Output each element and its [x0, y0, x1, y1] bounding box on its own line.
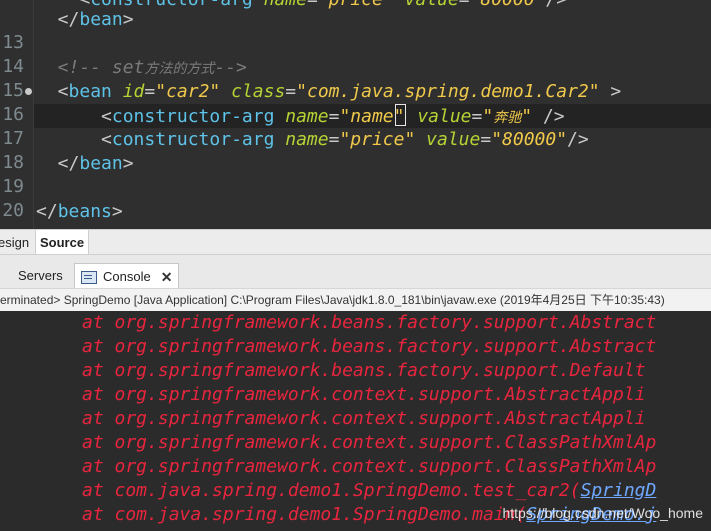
tab-console-label: Console	[103, 269, 151, 284]
stack-trace-line: at org.springframework.beans.factory.sup…	[82, 311, 656, 335]
source-link[interactable]: SpringD	[581, 480, 657, 501]
code-line: <constructor-arg name="name" value="奔驰" …	[36, 104, 565, 128]
watermark: https://blog.csdn.net/Woo_home	[502, 505, 703, 521]
stack-trace-text: at com.java.spring.demo1.SpringDemo.main…	[82, 504, 527, 525]
line-number: 19	[2, 176, 24, 197]
stack-trace-text: at org.springframework.beans.factory.sup…	[82, 336, 657, 357]
code-token: "price"	[318, 0, 394, 10]
stack-trace-text: at org.springframework.context.support.A…	[82, 408, 646, 429]
code-token: class	[220, 81, 286, 102]
console-process-status: erminated> SpringDemo [Java Application]…	[0, 288, 711, 312]
code-token: =	[480, 129, 492, 150]
code-token: >	[111, 201, 123, 222]
code-token: id	[111, 81, 145, 102]
code-token: beans	[57, 201, 112, 222]
code-token: "price"	[339, 129, 416, 150]
code-token: =	[328, 106, 340, 127]
code-token: >	[122, 153, 134, 174]
code-token: name	[253, 0, 307, 10]
line-number: 16	[2, 104, 24, 125]
code-token: <	[36, 81, 69, 102]
code-token: />	[567, 129, 589, 150]
code-token: bean	[79, 153, 123, 174]
fold-marker-icon[interactable]	[25, 88, 32, 95]
line-number: 15	[2, 80, 24, 101]
stack-trace-line: at org.springframework.beans.factory.sup…	[82, 359, 646, 383]
code-line: </bean>	[36, 152, 134, 176]
tab-design[interactable]: esign	[0, 230, 33, 255]
code-token: </	[36, 9, 80, 30]
code-token: >	[122, 9, 134, 30]
stack-trace-line: at org.springframework.context.support.A…	[82, 407, 646, 431]
code-line: <constructor-arg name="price" value="800…	[36, 128, 589, 152]
code-token: value	[394, 0, 458, 10]
line-number: 13	[2, 32, 24, 53]
stack-trace-line: at org.springframework.beans.factory.sup…	[82, 335, 656, 359]
line-number: 14	[2, 56, 24, 77]
code-token: =	[459, 0, 470, 10]
code-token: 方法的方式	[144, 61, 215, 77]
code-token: name	[274, 129, 329, 150]
stack-trace-text: at org.springframework.beans.factory.sup…	[82, 312, 657, 333]
code-token: constructor-arg	[111, 129, 275, 150]
stack-trace-text: at org.springframework.beans.factory.sup…	[82, 360, 646, 381]
code-token: "	[482, 106, 494, 127]
code-token: "80000"	[491, 129, 568, 150]
line-number: 18	[2, 152, 24, 173]
stack-trace-line: at com.java.spring.demo1.SpringDemo.test…	[82, 479, 656, 503]
code-token: >	[599, 81, 622, 102]
code-token: "80000"	[470, 0, 546, 10]
text-cursor	[395, 104, 407, 126]
code-line: <bean id="car2" class="com.java.spring.d…	[36, 80, 622, 104]
code-token: />	[532, 106, 565, 127]
code-token: <	[36, 106, 112, 127]
tab-servers[interactable]: Servers	[0, 263, 63, 289]
editor-mode-tabs: esign Source	[0, 229, 711, 255]
code-token: value	[415, 129, 481, 150]
xml-editor[interactable]: <constructor-arg name="price" value="800…	[0, 0, 711, 229]
code-token: "com.java.spring.demo1.Car2"	[296, 81, 600, 102]
stack-trace-text: at org.springframework.context.support.C…	[82, 456, 657, 477]
tab-console[interactable]: Console ✕	[74, 263, 180, 290]
servers-icon	[0, 269, 12, 283]
stack-trace-text: at org.springframework.context.support.A…	[82, 384, 646, 405]
code-token: =	[328, 129, 340, 150]
console-output[interactable]: at org.springframework.beans.factory.sup…	[0, 311, 711, 531]
stack-trace-line: at org.springframework.context.support.A…	[82, 383, 646, 407]
code-line: <!-- set方法的方式-->	[36, 56, 247, 80]
code-token: "	[521, 106, 533, 127]
code-token: bean	[68, 81, 112, 102]
code-line: </bean>	[36, 8, 134, 32]
console-icon	[81, 270, 97, 284]
code-token: =	[144, 81, 156, 102]
code-token: =	[307, 0, 318, 10]
view-tab-bar: Servers Console ✕	[0, 254, 711, 290]
code-token: bean	[79, 9, 123, 30]
code-token: -->	[214, 57, 247, 78]
code-token: <	[36, 129, 112, 150]
code-token: </	[36, 153, 80, 174]
tab-source[interactable]: Source	[35, 230, 90, 255]
tab-servers-label: Servers	[18, 268, 63, 283]
line-number: 17	[2, 128, 24, 149]
stack-trace-text: at org.springframework.context.support.C…	[82, 432, 657, 453]
code-line: </beans>	[36, 200, 123, 224]
code-token: name	[274, 106, 329, 127]
code-token: "car2"	[155, 81, 221, 102]
stack-trace-line: at org.springframework.context.support.C…	[82, 455, 656, 479]
line-number: 20	[2, 200, 24, 221]
stack-trace-line: at org.springframework.context.support.C…	[82, 431, 656, 455]
code-token: <!-- set	[36, 57, 145, 78]
code-token: value	[406, 106, 472, 127]
code-token: constructor-arg	[111, 106, 275, 127]
code-token: </	[36, 201, 58, 222]
code-token: 奔驰	[493, 110, 522, 126]
stack-trace-text: at com.java.spring.demo1.SpringDemo.test…	[82, 480, 581, 501]
close-icon[interactable]: ✕	[161, 265, 173, 289]
code-token: />	[545, 0, 567, 10]
code-token: =	[471, 106, 483, 127]
code-token: =	[285, 81, 297, 102]
